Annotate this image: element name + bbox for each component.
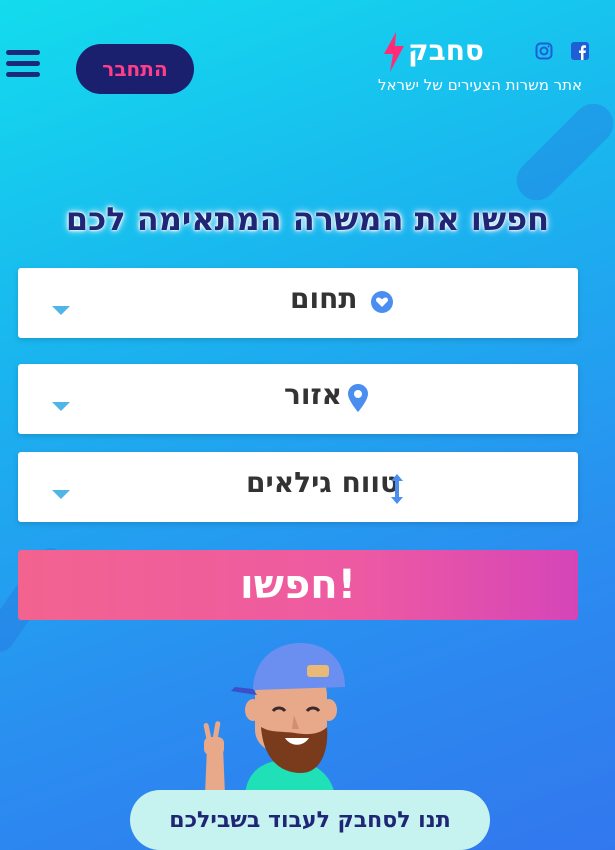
chevron-down-icon [52, 306, 70, 315]
field-select-label: תחום [290, 282, 358, 315]
search-title: חפשו את המשרה המתאימה לכם [65, 200, 550, 238]
age-range-select[interactable]: טווח גילאים [18, 452, 578, 522]
facebook-icon[interactable] [571, 42, 589, 60]
site-tagline: אתר משרות הצעירים של ישראל [378, 76, 583, 94]
area-select[interactable]: אזור [18, 364, 578, 434]
login-button[interactable]: התחבר [76, 44, 194, 94]
search-button[interactable]: חפשו! [18, 550, 578, 620]
hamburger-menu-icon[interactable] [6, 50, 40, 78]
vertical-arrows-icon [391, 474, 403, 504]
instagram-icon[interactable] [535, 42, 553, 60]
age-range-select-label: טווח גילאים [246, 466, 400, 499]
site-logo[interactable]: סחבק אתר משרות הצעירים של ישראל [378, 30, 598, 100]
background-stroke-decoration [508, 95, 615, 209]
field-select[interactable]: תחום [18, 268, 578, 338]
brand-name: סחבק [408, 34, 484, 67]
let-sahbak-work-for-you-button[interactable]: תנו לסחבק לעבוד בשבילכם [130, 790, 490, 850]
character-illustration [203, 643, 345, 795]
chevron-down-icon [52, 490, 70, 499]
area-select-label: אזור [284, 378, 343, 411]
chevron-down-icon [52, 402, 70, 411]
location-pin-icon [348, 384, 368, 412]
site-header: התחבר סחבק אתר משרות הצעירים של ישראל [0, 0, 615, 110]
heart-icon [371, 291, 393, 313]
lightning-bolt-icon [384, 32, 404, 72]
